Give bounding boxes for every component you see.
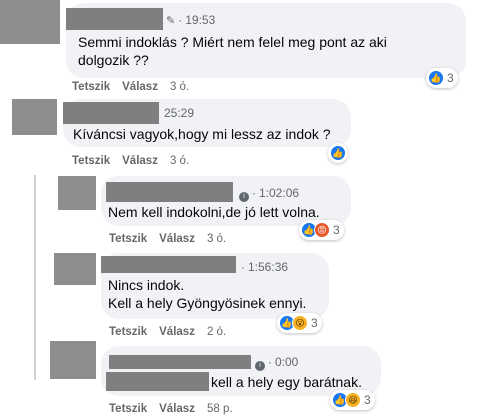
comment-actions: Tetszik Válasz 3 ó. [72, 81, 189, 93]
haha-icon: 😆 [345, 392, 361, 408]
reply-link[interactable]: Válasz [122, 81, 158, 93]
reaction-summary[interactable]: 👍 [328, 143, 348, 163]
author-name-redacted[interactable] [101, 256, 236, 273]
comment-meta: · 1:56:36 [241, 260, 289, 274]
like-link[interactable]: Tetszik [109, 326, 147, 338]
avatar[interactable] [50, 341, 96, 379]
author-name-redacted[interactable] [63, 102, 159, 124]
comment-line: Nem kell indokolni,de jó lett volna. [108, 204, 320, 220]
avatar[interactable] [54, 253, 96, 285]
reaction-count: 3 [333, 223, 340, 237]
comment-meta: i · 0:00 [255, 355, 298, 371]
reaction-summary[interactable]: 👍 😮 3 [277, 313, 322, 333]
reaction-summary[interactable]: 👍 3 [426, 68, 458, 88]
comment-age[interactable]: 58 p. [207, 403, 233, 415]
avatar[interactable] [12, 99, 57, 135]
comment-meta: i · 1:02:06 [239, 186, 299, 202]
comment-text: Nincs indok. Kell a hely Gyöngyösinek en… [108, 276, 306, 312]
comment-bubble: i · 1:02:06 Nem kell indokolni,de jó lett … [101, 176, 351, 226]
comment-text: Nem kell indokolni,de jó lett volna. [108, 203, 320, 221]
reaction-count: 3 [364, 393, 371, 407]
comment-time: 25:29 [164, 106, 195, 120]
comment-bubble: ✎ · 19:53 Semmi indoklás ? Miért nem felel… [66, 3, 466, 78]
comment-line: Semmi indoklás ? Miért nem felel meg pon… [78, 34, 387, 50]
comment-line: dolgozik ?? [78, 52, 149, 68]
info-icon: i [255, 361, 265, 371]
info-icon: i [239, 192, 249, 202]
comment-time: 1:56:36 [248, 260, 289, 274]
comment-text-redacted [106, 372, 209, 391]
thread-line [34, 175, 36, 380]
reaction-count: 3 [447, 71, 454, 85]
like-link[interactable]: Tetszik [72, 81, 110, 93]
comment-age[interactable]: 3 ó. [207, 233, 226, 245]
reply-link[interactable]: Válasz [159, 233, 195, 245]
comment-actions: Tetszik Válasz 58 p. [109, 403, 233, 415]
like-icon: 👍 [330, 145, 346, 161]
author-name-redacted[interactable] [109, 355, 251, 369]
comment-bubble: i · 0:00 kell a hely egy barátnak. [101, 346, 381, 396]
comment-bubble: 25:29 Kíváncsi vagyok,hogy mi lessz az i… [63, 99, 351, 147]
like-link[interactable]: Tetszik [109, 233, 147, 245]
comment-text: Kíváncsi vagyok,hogy mi lessz az indok ? [73, 125, 331, 143]
reply-link[interactable]: Válasz [159, 326, 195, 338]
comment-text: Semmi indoklás ? Miért nem felel meg pon… [78, 33, 387, 69]
like-icon: 👍 [428, 70, 444, 86]
author-name-redacted[interactable] [106, 182, 233, 202]
comment-line: Nincs indok. [108, 277, 185, 293]
angry-icon: 😡 [314, 222, 330, 238]
author-name-redacted[interactable] [66, 8, 163, 30]
comment-line: kell a hely egy barátnak. [211, 374, 362, 390]
comment-meta: 25:29 [164, 106, 194, 120]
comment-actions: Tetszik Válasz 2 ó. [109, 326, 226, 338]
comment-actions: Tetszik Válasz 3 ó. [72, 155, 189, 167]
comment-bubble: · 1:56:36 Nincs indok. Kell a hely Gyöngy… [101, 253, 329, 319]
comment-age[interactable]: 2 ó. [207, 326, 226, 338]
edit-icon: ✎ [166, 15, 176, 27]
comment-line: Kíváncsi vagyok,hogy mi lessz az indok ? [73, 126, 331, 142]
comment-time: 0:00 [275, 355, 299, 369]
wow-icon: 😮 [292, 315, 308, 331]
comment-meta: ✎ · 19:53 [166, 13, 216, 27]
comment-age[interactable]: 3 ó. [170, 155, 189, 167]
avatar[interactable] [0, 0, 60, 44]
comment-actions: Tetszik Válasz 3 ó. [109, 233, 226, 245]
reaction-summary[interactable]: 👍 😆 3 [330, 390, 375, 410]
like-link[interactable]: Tetszik [109, 403, 147, 415]
avatar[interactable] [58, 176, 96, 210]
reaction-count: 3 [311, 316, 318, 330]
reply-link[interactable]: Válasz [159, 403, 195, 415]
comment-age[interactable]: 3 ó. [170, 81, 189, 93]
like-link[interactable]: Tetszik [72, 155, 110, 167]
comment-time: 19:53 [185, 13, 216, 27]
reaction-summary[interactable]: 👍 😡 3 [299, 220, 344, 240]
comment-line: Kell a hely Gyöngyösinek ennyi. [108, 295, 307, 311]
reply-link[interactable]: Válasz [122, 155, 158, 167]
comment-time: 1:02:06 [259, 186, 300, 200]
comment-text: kell a hely egy barátnak. [211, 373, 362, 391]
